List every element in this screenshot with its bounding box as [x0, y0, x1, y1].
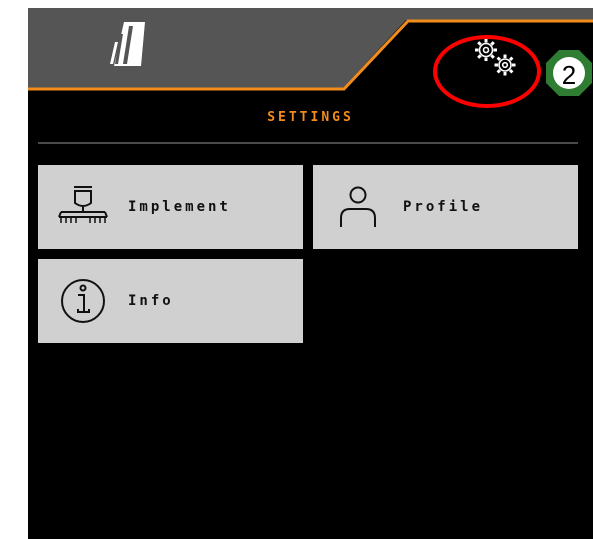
- implement-label: Implement: [128, 199, 231, 215]
- profile-label: Profile: [403, 199, 484, 215]
- title-divider: [38, 142, 578, 144]
- callout-highlight-ring: [433, 35, 541, 108]
- tramline-logo-icon: [110, 22, 145, 66]
- info-label: Info: [128, 293, 174, 309]
- page-title: SETTINGS: [267, 110, 354, 125]
- user-profile-icon: [313, 165, 403, 249]
- terminal-screen: 2 SETTINGS Implement Profile Info: [28, 8, 593, 539]
- profile-tile[interactable]: Profile: [313, 165, 578, 249]
- info-icon: [38, 259, 128, 343]
- callout-number: 2: [561, 59, 577, 90]
- implement-tile[interactable]: Implement: [38, 165, 303, 249]
- info-tile[interactable]: Info: [38, 259, 303, 343]
- implement-icon: [38, 165, 128, 249]
